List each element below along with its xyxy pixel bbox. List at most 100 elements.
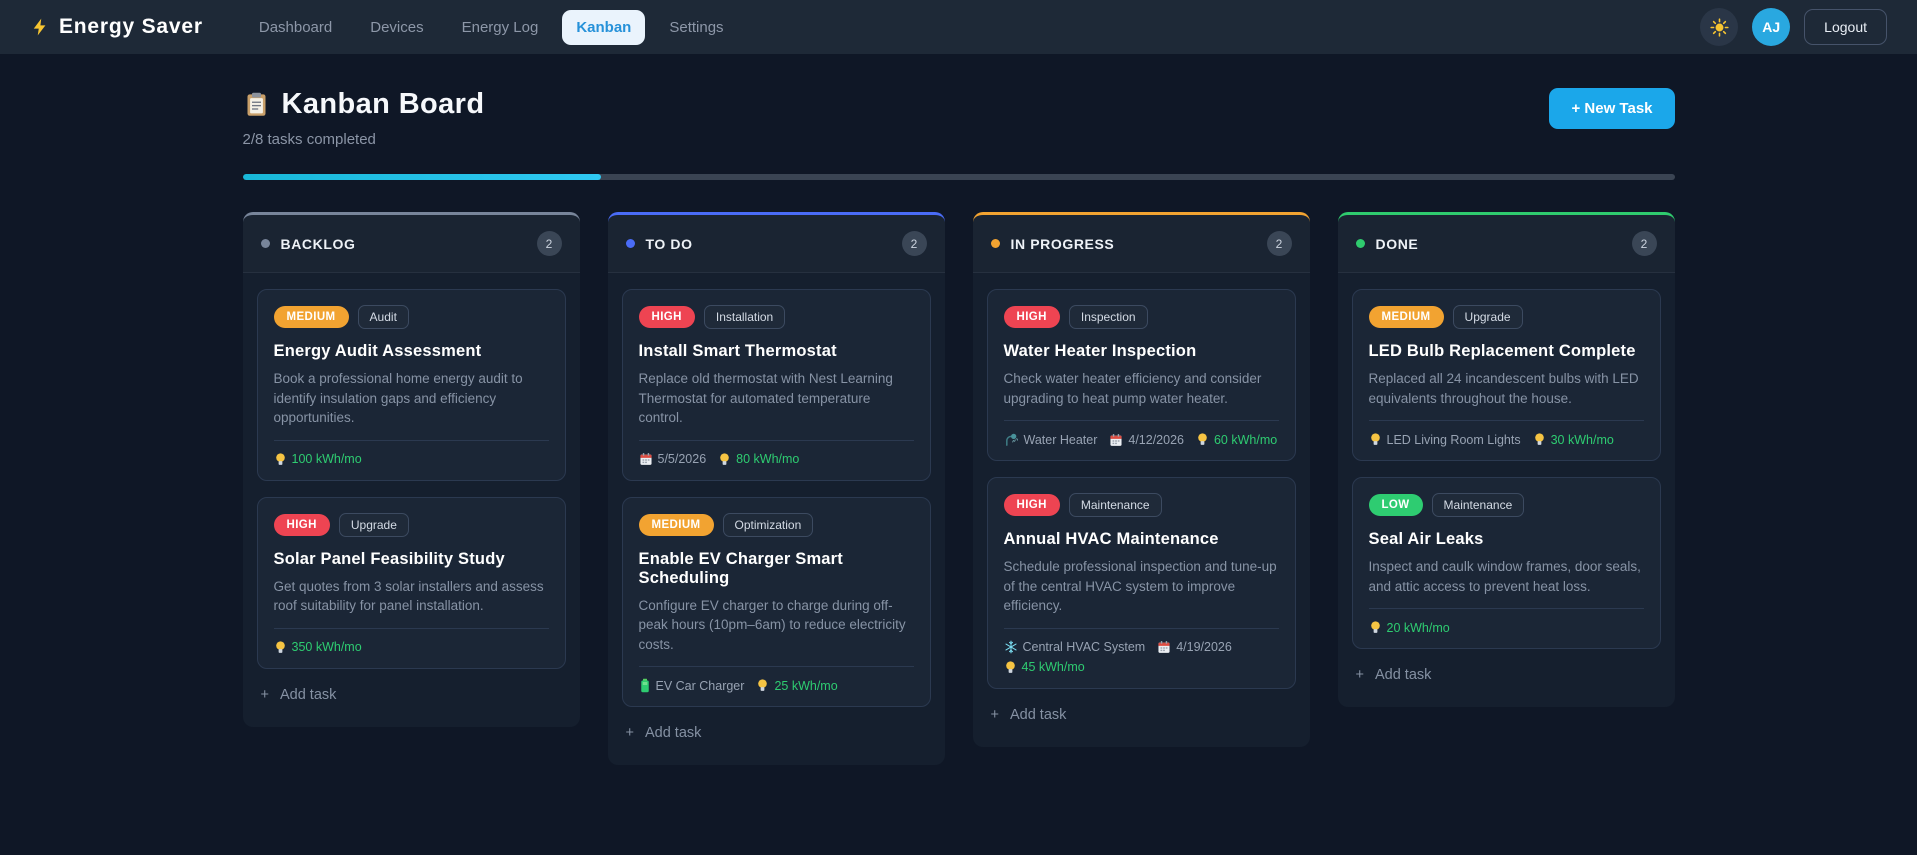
nav-links: Dashboard Devices Energy Log Kanban Settings: [245, 9, 738, 45]
meta-energy: 25 kWh/mo: [756, 678, 838, 693]
meta-text: 30 kWh/mo: [1550, 432, 1614, 447]
task-meta: 350 kWh/mo: [273, 627, 549, 655]
bulb-icon: [1369, 620, 1382, 635]
category-tag: Maintenance: [1068, 493, 1162, 518]
task-card[interactable]: MEDIUM Audit Energy Audit Assessment Boo…: [256, 289, 566, 481]
column-title: TO DO: [645, 235, 693, 252]
meta-device: Central HVAC System: [1004, 640, 1145, 654]
column-header: IN PROGRESS 2: [972, 215, 1310, 273]
add-task-button[interactable]: + Add task: [622, 719, 706, 747]
task-title: Annual HVAC Maintenance: [1003, 530, 1219, 549]
progress-bar-track: [242, 174, 1675, 180]
kanban-column-done: DONE 2 MEDIUM Upgrade LED Bulb Replaceme…: [1337, 212, 1675, 708]
badge-row: HIGH Inspection: [1003, 305, 1279, 329]
progress-bar-fill: [242, 174, 601, 180]
category-tag: Inspection: [1068, 305, 1148, 329]
sun-icon: [1710, 17, 1729, 37]
kanban-column-in-progress: IN PROGRESS 2 HIGH Inspection Water Heat…: [972, 212, 1310, 747]
column-status-dot: [260, 239, 270, 248]
column-count-badge: 2: [901, 231, 927, 256]
badge-row: MEDIUM Optimization: [638, 512, 914, 537]
task-title: Enable EV Charger Smart Scheduling: [638, 549, 844, 587]
meta-date: 5/5/2026: [639, 452, 706, 466]
nav-link-energy-log[interactable]: Energy Log: [448, 10, 553, 45]
task-meta: 100 kWh/mo: [273, 439, 549, 467]
meta-text: LED Living Room Lights: [1386, 432, 1521, 447]
task-title: Water Heater Inspection: [1003, 342, 1197, 360]
calendar-icon: [639, 452, 653, 466]
priority-badge: MEDIUM: [273, 306, 349, 328]
column-count-badge: 2: [1631, 231, 1657, 256]
add-task-button[interactable]: + Add task: [987, 701, 1071, 729]
badge-row: LOW Maintenance: [1368, 493, 1644, 518]
column-status-dot: [625, 239, 635, 248]
priority-badge: HIGH: [273, 513, 330, 536]
column-header: BACKLOG 2: [242, 215, 580, 273]
nav-link-devices[interactable]: Devices: [356, 10, 437, 45]
kanban-column-backlog: BACKLOG 2 MEDIUM Audit Energy Audit Asse…: [242, 212, 580, 727]
bulb-icon: [274, 452, 287, 467]
meta-energy: 30 kWh/mo: [1533, 432, 1614, 447]
nav-link-dashboard[interactable]: Dashboard: [245, 10, 346, 45]
badge-row: MEDIUM Upgrade: [1368, 305, 1644, 329]
category-tag: Optimization: [722, 512, 814, 537]
category-tag: Upgrade: [338, 512, 409, 537]
badge-row: HIGH Installation: [638, 305, 914, 329]
meta-text: EV Car Charger: [655, 678, 745, 693]
task-card[interactable]: HIGH Upgrade Solar Panel Feasibility Stu…: [256, 496, 566, 669]
task-card[interactable]: LOW Maintenance Seal Air Leaks Inspect a…: [1351, 477, 1661, 650]
task-meta: Central HVAC System 4/19/2026 45 kWh/mo: [1003, 627, 1279, 675]
category-tag: Audit: [357, 305, 409, 329]
snowflake-icon: [1004, 640, 1018, 654]
meta-date: 4/12/2026: [1109, 433, 1184, 447]
tasks-completed-text: 2/8 tasks completed: [242, 131, 376, 148]
meta-device: LED Living Room Lights: [1369, 432, 1521, 447]
task-description: Get quotes from 3 solar installers and a…: [273, 578, 544, 614]
task-card[interactable]: HIGH Inspection Water Heater Inspection …: [986, 289, 1296, 462]
bulb-icon: [1369, 432, 1382, 447]
column-count-badge: 2: [536, 231, 562, 256]
column-title: DONE: [1375, 235, 1419, 252]
priority-badge: LOW: [1368, 494, 1423, 517]
theme-toggle-button[interactable]: [1700, 8, 1739, 46]
task-card[interactable]: HIGH Installation Install Smart Thermost…: [621, 289, 931, 481]
nav-link-kanban[interactable]: Kanban: [562, 9, 646, 45]
task-description: Inspect and caulk window frames, door se…: [1368, 559, 1641, 594]
page-header: Kanban Board 2/8 tasks completed + New T…: [243, 88, 1675, 148]
category-tag: Upgrade: [1452, 305, 1523, 329]
avatar[interactable]: AJ: [1752, 8, 1791, 46]
new-task-button[interactable]: + New Task: [1549, 88, 1675, 129]
meta-text: 45 kWh/mo: [1021, 660, 1085, 675]
meta-energy: 100 kWh/mo: [274, 452, 362, 467]
meta-device: Water Heater: [1004, 432, 1097, 447]
plus-icon: +: [625, 725, 634, 742]
task-card[interactable]: MEDIUM Optimization Enable EV Charger Sm…: [621, 496, 931, 708]
page-title: Kanban Board: [281, 88, 485, 120]
column-body: HIGH Installation Install Smart Thermost…: [608, 273, 945, 709]
meta-text: 350 kWh/mo: [291, 640, 362, 655]
column-header: TO DO 2: [607, 215, 945, 273]
plus-icon: +: [1355, 667, 1364, 684]
task-title: Install Smart Thermostat: [638, 342, 837, 360]
add-task-label: Add task: [1374, 667, 1432, 684]
page-header-left: Kanban Board 2/8 tasks completed: [243, 88, 485, 148]
meta-text: 60 kWh/mo: [1213, 432, 1278, 447]
calendar-icon: [1157, 640, 1171, 654]
nav-link-settings[interactable]: Settings: [655, 10, 737, 45]
badge-row: MEDIUM Audit: [273, 305, 549, 329]
task-card[interactable]: HIGH Maintenance Annual HVAC Maintenance…: [986, 477, 1296, 689]
column-body: HIGH Inspection Water Heater Inspection …: [973, 273, 1310, 691]
task-title: LED Bulb Replacement Complete: [1368, 342, 1636, 360]
meta-device: EV Car Charger: [639, 678, 745, 693]
task-card[interactable]: MEDIUM Upgrade LED Bulb Replacement Comp…: [1351, 289, 1661, 462]
meta-energy: 60 kWh/mo: [1196, 432, 1277, 447]
category-tag: Maintenance: [1431, 493, 1525, 518]
task-meta: EV Car Charger 25 kWh/mo: [638, 666, 914, 693]
add-task-button[interactable]: + Add task: [1352, 661, 1436, 689]
column-header: DONE 2: [1337, 215, 1675, 273]
bulb-icon: [274, 640, 287, 655]
add-task-button[interactable]: + Add task: [257, 681, 341, 709]
logout-button[interactable]: Logout: [1804, 9, 1887, 45]
column-title: BACKLOG: [280, 235, 356, 252]
meta-energy: 80 kWh/mo: [718, 452, 799, 467]
